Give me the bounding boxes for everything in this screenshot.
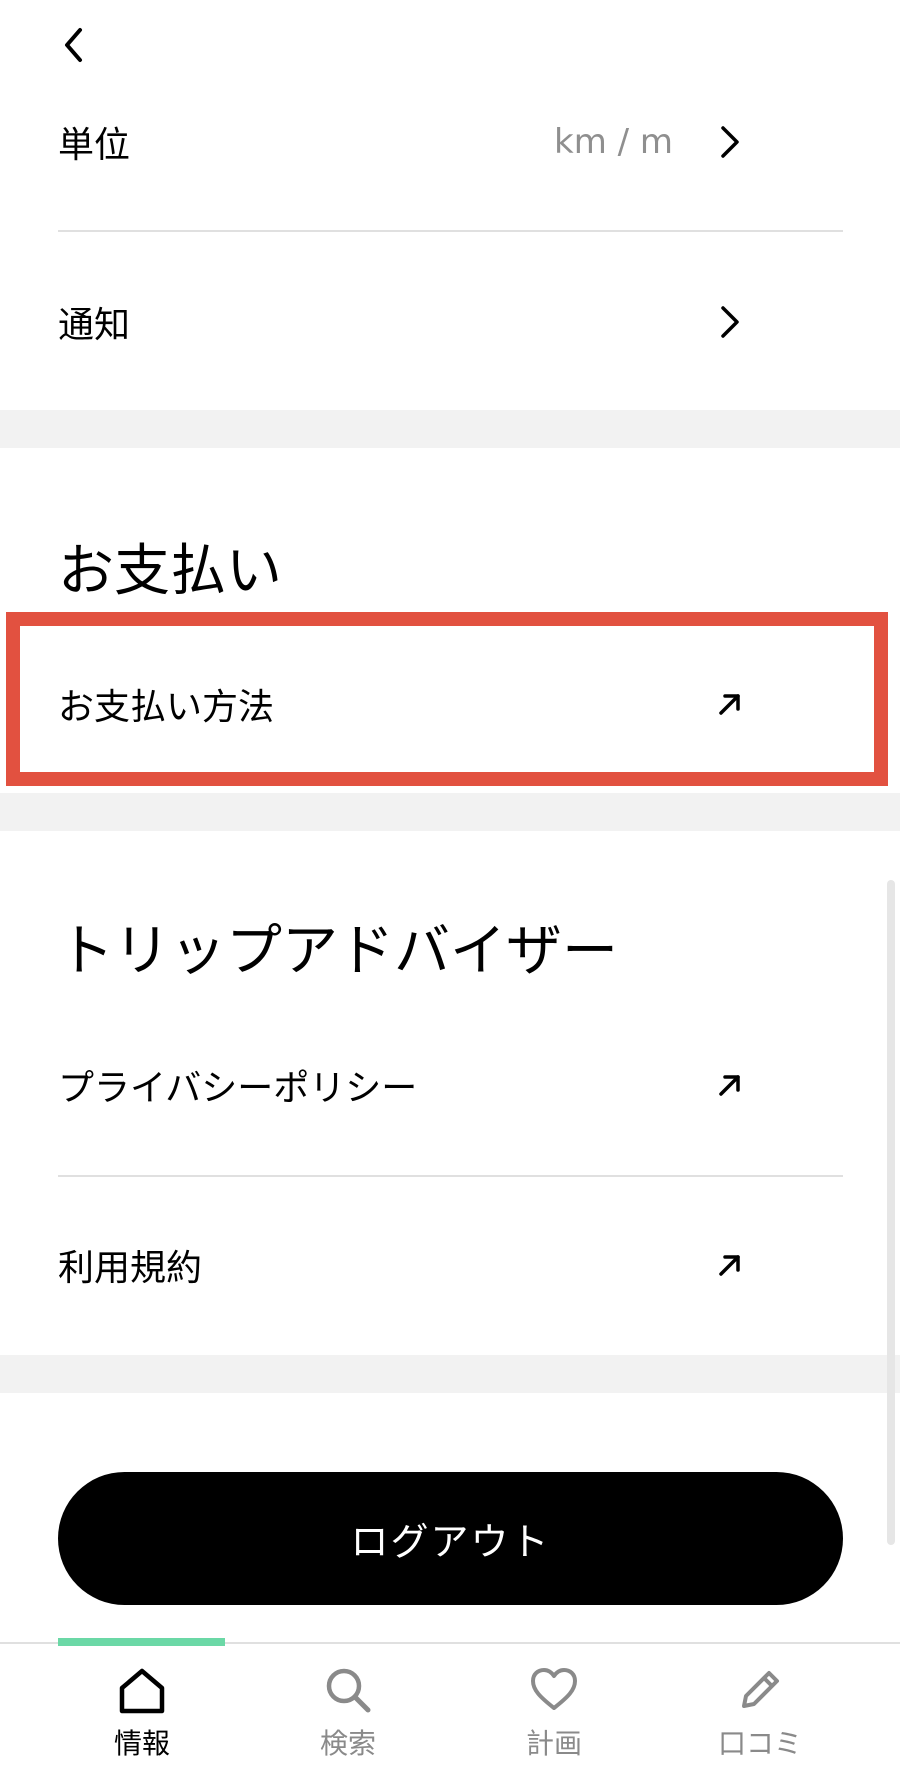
- tab-label-search: 検索: [319, 1727, 376, 1760]
- tab-label-plan: 計画: [525, 1727, 582, 1760]
- tab-label-review: 口コミ: [717, 1727, 802, 1760]
- tab-plan[interactable]: 計画: [494, 1664, 614, 1762]
- unit-value: km / m: [554, 122, 673, 162]
- terms-row[interactable]: 利用規約: [58, 1225, 743, 1305]
- tab-review[interactable]: 口コミ: [700, 1664, 820, 1762]
- tab-bar: 情報 検索 計画 口コミ: [0, 1638, 900, 1780]
- home-icon: [119, 1668, 165, 1714]
- notification-label: 通知: [58, 305, 131, 346]
- back-button[interactable]: [50, 20, 100, 70]
- tab-label-info: 情報: [113, 1727, 170, 1760]
- tab-search[interactable]: 検索: [288, 1664, 408, 1762]
- logout-button[interactable]: ログアウト: [58, 1472, 843, 1605]
- privacy-policy-row[interactable]: プライバシーポリシー: [58, 1045, 743, 1125]
- section-title-payment: お支払い: [58, 539, 282, 604]
- scrollbar[interactable]: [887, 880, 895, 1545]
- external-link-arrow-icon: [719, 1255, 740, 1276]
- section-separator: [0, 410, 900, 448]
- divider: [58, 230, 843, 232]
- divider: [58, 1175, 843, 1177]
- settings-row-unit[interactable]: 単位 km / m: [58, 102, 743, 182]
- heart-icon: [531, 1668, 577, 1710]
- section-title-tripadvisor: トリップアドバイザー: [58, 919, 618, 984]
- chevron-right-icon: [721, 126, 739, 158]
- terms-label: 利用規約: [58, 1248, 203, 1289]
- search-icon: [326, 1668, 371, 1713]
- tab-info[interactable]: 情報: [82, 1664, 202, 1762]
- external-link-arrow-icon: [719, 694, 740, 715]
- external-link-arrow-icon: [719, 1075, 740, 1096]
- privacy-policy-label: プライバシーポリシー: [58, 1068, 418, 1109]
- payment-method-row[interactable]: お支払い方法: [58, 664, 743, 744]
- unit-label: 単位: [58, 125, 131, 166]
- chevron-right-icon: [721, 306, 739, 338]
- section-separator: [0, 793, 900, 831]
- chevron-left-icon: [65, 28, 82, 62]
- active-tab-indicator: [58, 1638, 225, 1646]
- settings-row-notification[interactable]: 通知: [58, 282, 743, 362]
- payment-method-label: お支払い方法: [58, 687, 275, 728]
- pencil-icon: [742, 1671, 779, 1708]
- section-separator: [0, 1355, 900, 1393]
